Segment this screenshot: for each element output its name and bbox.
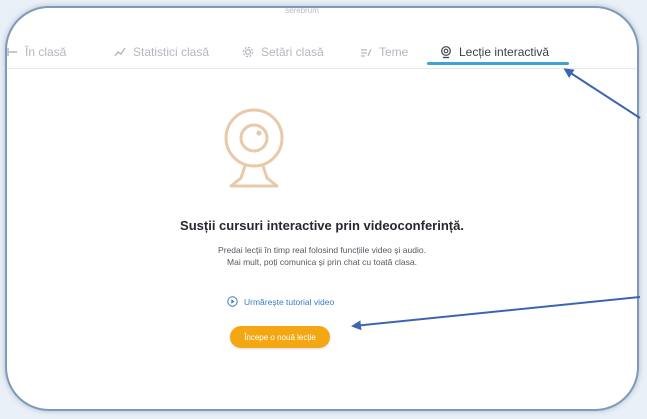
tab-label: Setări clasă [261, 45, 324, 59]
tab-label: Lecție interactivă [459, 45, 550, 59]
list-edit-icon [359, 45, 373, 59]
main-content: Susții cursuri interactive prin videocon… [7, 68, 637, 409]
tab-setari-clasa[interactable]: Setări clasă [241, 38, 324, 66]
active-tab-indicator [427, 62, 569, 65]
description-line-2: Mai mult, poți comunica și prin chat cu … [227, 257, 417, 267]
tab-in-clasa[interactable]: În clasă [7, 38, 67, 66]
main-headline: Susții cursuri interactive prin videocon… [180, 218, 464, 233]
main-description: Predai lecții în timp real folosind func… [7, 244, 637, 268]
play-circle-icon [227, 296, 238, 307]
tab-label: În clasă [25, 45, 67, 59]
description-line-1: Predai lecții în timp real folosind func… [218, 245, 426, 255]
tab-label: Teme [379, 45, 409, 59]
start-new-lesson-button[interactable]: Începe o nouă lecție [230, 326, 330, 348]
arrow-left-icon [7, 45, 19, 59]
header-cut-text: serebrum [285, 8, 319, 15]
gear-icon [241, 45, 255, 59]
chart-line-icon [113, 45, 127, 59]
tutorial-video-link[interactable]: Urmărește tutorial video [227, 296, 334, 307]
tab-teme[interactable]: Teme [359, 38, 408, 66]
webcam-illustration-icon [224, 108, 284, 188]
tab-label: Statistici clasă [133, 45, 210, 59]
tutorial-link-label: Urmărește tutorial video [244, 296, 335, 307]
app-window: serebrum În clasă Statistici clasă Setăr… [5, 6, 639, 411]
tab-statistici-clasa[interactable]: Statistici clasă [113, 38, 209, 66]
webcam-icon [439, 45, 453, 59]
